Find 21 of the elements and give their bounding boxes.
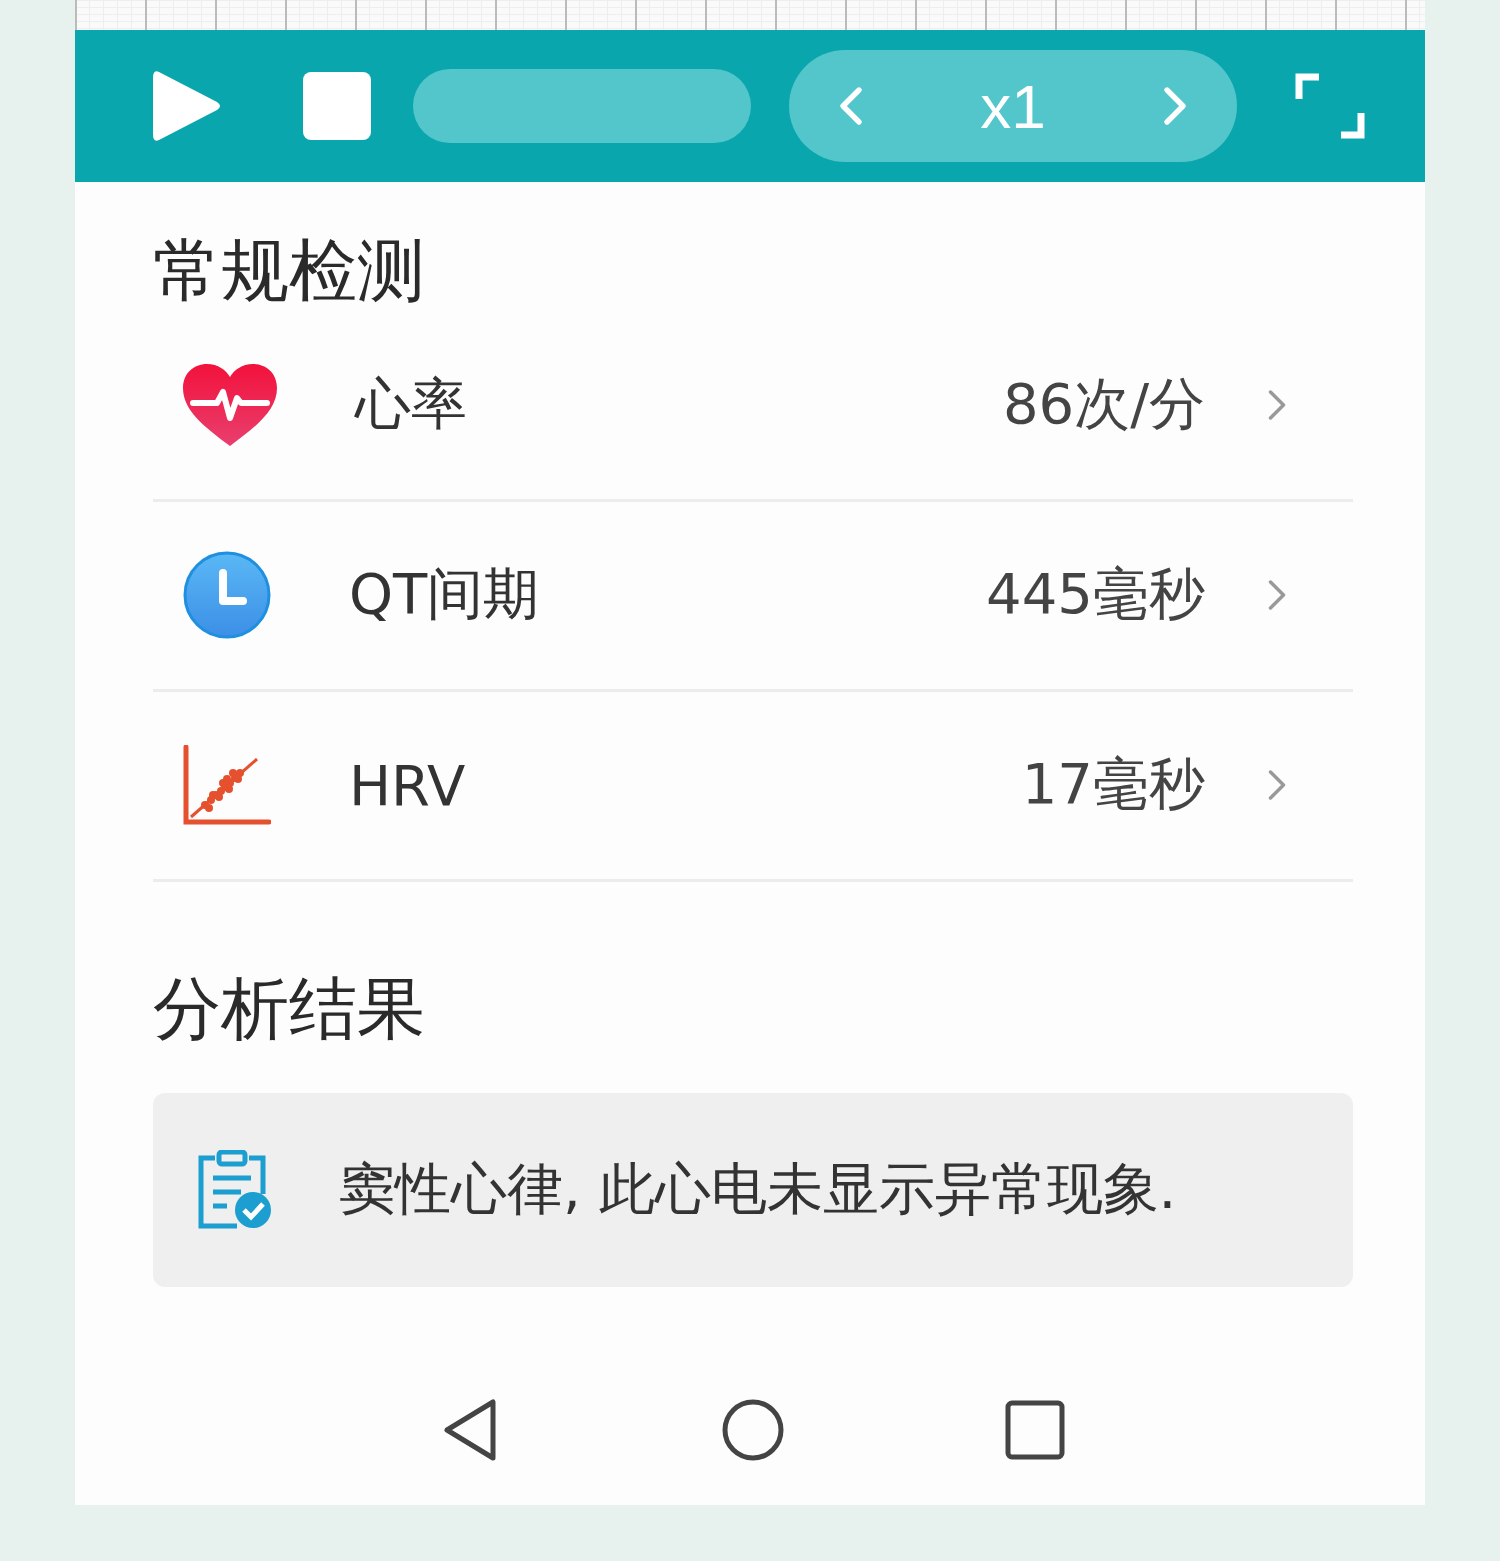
metric-label: 心率 [355,370,468,439]
metric-value: 445毫秒 [986,560,1205,629]
play-icon[interactable] [153,68,223,144]
speed-value: x1 [980,70,1046,142]
result-text: 窦性心律, 此心电未显示异常现象. [339,1155,1177,1224]
section-title: 常规检测 [153,230,425,312]
home-icon[interactable] [721,1398,785,1462]
metric-label: QT间期 [349,560,541,629]
metric-value: 17毫秒 [1021,750,1205,819]
scatter-chart-icon [183,745,271,826]
metric-row[interactable]: QT间期 445毫秒 [153,501,1353,692]
fullscreen-icon[interactable] [1295,73,1365,139]
recent-apps-icon[interactable] [1005,1400,1065,1460]
metric-row[interactable]: 心率 86次/分 [153,311,1353,502]
heart-icon [183,364,277,447]
clipboard-check-icon [197,1150,273,1231]
metric-row[interactable]: HRV 17毫秒 [153,691,1353,882]
metric-value: 86次/分 [1002,370,1205,439]
clock-icon [183,551,271,640]
metric-label: HRV [349,752,467,818]
section-title: 分析结果 [153,967,425,1050]
